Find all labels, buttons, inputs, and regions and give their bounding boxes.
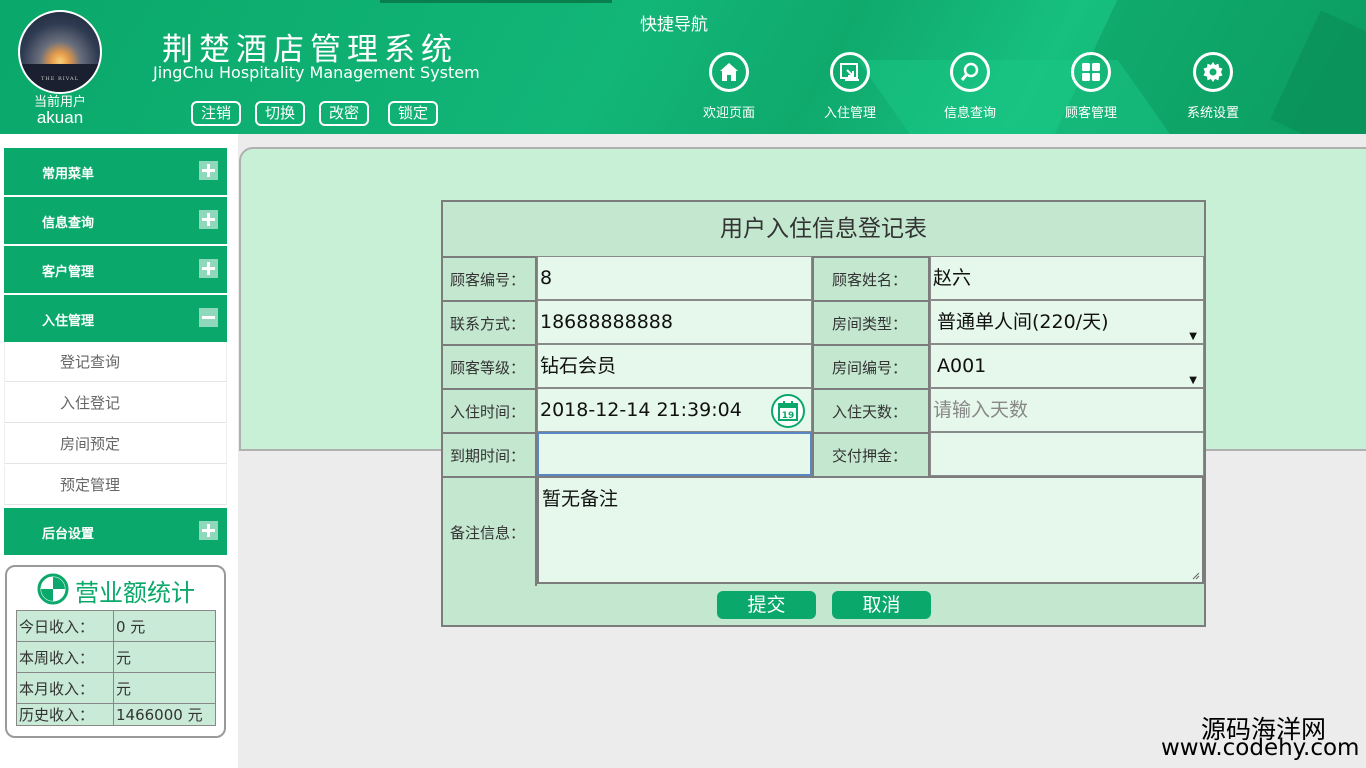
system-subtitle: JingChu Hospitality Management System — [153, 63, 480, 82]
minus-icon[interactable] — [199, 308, 218, 327]
menu-backend-settings[interactable]: 后台设置 — [4, 508, 227, 555]
room-no-select[interactable]: A001 ▼ — [930, 344, 1204, 388]
table-row: 今日收入： 0 元 — [16, 610, 216, 642]
expire-label: 到期时间： — [443, 432, 537, 476]
room-type-value: 普通单人间(220/天) — [937, 311, 1109, 333]
room-type-select[interactable]: 普通单人间(220/天) ▼ — [930, 300, 1204, 344]
level-field[interactable]: 钻石会员 — [537, 344, 812, 388]
watermark-url: www.codehy.com — [1161, 735, 1360, 761]
dropdown-arrow-icon: ▼ — [1189, 375, 1197, 386]
remark-label: 备注信息： — [443, 476, 537, 586]
deposit-field[interactable] — [930, 432, 1204, 476]
stats-value: 0 元 — [113, 610, 216, 642]
sidebar-item-room-reserve[interactable]: 房间预定 — [4, 424, 227, 464]
checkin-time-label: 入住时间： — [443, 388, 537, 432]
plus-icon[interactable] — [199, 161, 218, 180]
quick-nav-title: 快捷导航 — [640, 15, 708, 35]
pie-chart-icon — [37, 573, 69, 605]
stats-value: 元 — [113, 672, 216, 704]
level-label: 顾客等级： — [443, 344, 537, 388]
days-input[interactable]: 请输入天数 — [930, 388, 1204, 432]
table-row: 本月收入： 元 — [16, 672, 216, 704]
plus-icon[interactable] — [199, 210, 218, 229]
stats-label: 今日收入： — [16, 610, 114, 642]
logout-button[interactable]: 注销 — [191, 101, 241, 126]
menu-label: 信息查询 — [42, 216, 95, 231]
customer-name-field[interactable]: 赵六 — [930, 256, 1204, 300]
plus-icon[interactable] — [199, 521, 218, 540]
switch-user-button[interactable]: 切换 — [255, 101, 305, 126]
days-label: 入住天数： — [812, 388, 930, 432]
checkin-time-value: 2018-12-14 21:39:04 — [540, 399, 742, 421]
menu-info-query[interactable]: 信息查询 — [4, 197, 227, 244]
avatar[interactable]: THE RIVAL — [18, 10, 102, 94]
change-password-button[interactable]: 改密 — [319, 101, 369, 126]
table-row: 本周收入： 元 — [16, 641, 216, 673]
stats-label: 本月收入： — [16, 672, 114, 704]
customer-id-label: 顾客编号： — [443, 256, 537, 300]
stats-value: 元 — [113, 641, 216, 673]
nav-label: 欢迎页面 — [702, 106, 755, 121]
calendar-icon[interactable]: 19 — [771, 394, 805, 428]
nav-customer-manage[interactable]: 顾客管理 — [1046, 52, 1136, 121]
resize-handle-icon[interactable] — [1192, 572, 1200, 580]
phone-label: 联系方式： — [443, 300, 537, 344]
checkin-time-field[interactable]: 2018-12-14 21:39:04 19 — [537, 388, 812, 432]
lock-button[interactable]: 锁定 — [388, 101, 438, 126]
cancel-button[interactable]: 取消 — [832, 591, 931, 619]
nav-info-query[interactable]: 信息查询 — [925, 52, 1015, 121]
form-title: 用户入住信息登记表 — [720, 216, 927, 242]
nav-welcome[interactable]: 欢迎页面 — [684, 52, 774, 121]
home-icon — [709, 52, 749, 92]
menu-label: 常用菜单 — [42, 167, 95, 182]
avatar-caption: THE RIVAL — [41, 76, 79, 82]
room-type-label: 房间类型： — [812, 300, 930, 344]
plus-icon[interactable] — [199, 259, 218, 278]
table-row: 历史收入： 1466000 元 — [16, 703, 216, 726]
sidebar-item-reserve-manage[interactable]: 预定管理 — [4, 465, 227, 505]
menu-customer-manage[interactable]: 客户管理 — [4, 246, 227, 293]
phone-field[interactable]: 18688888888 — [537, 300, 812, 344]
revenue-stats-panel: 营业额统计 今日收入： 0 元 本周收入： 元 本月收入： 元 历史收入： 14… — [5, 565, 226, 738]
stats-value: 1466000 元 — [113, 703, 216, 726]
nav-checkin[interactable]: 入住管理 — [805, 52, 895, 121]
gear-icon — [1193, 52, 1233, 92]
stats-label: 本周收入： — [16, 641, 114, 673]
stats-title: 营业额统计 — [75, 579, 195, 607]
menu-label: 后台设置 — [42, 527, 95, 542]
sidebar-item-checkin-register[interactable]: 入住登记 — [4, 383, 227, 423]
nav-label: 系统设置 — [1186, 106, 1239, 121]
stats-table: 今日收入： 0 元 本周收入： 元 本月收入： 元 历史收入： 1466000 … — [16, 610, 216, 726]
submit-button[interactable]: 提交 — [717, 591, 816, 619]
sidebar-item-checkin-query[interactable]: 登记查询 — [4, 342, 227, 382]
expire-field[interactable] — [537, 432, 812, 476]
remark-value: 暂无备注 — [542, 488, 619, 510]
deposit-label: 交付押金： — [812, 432, 930, 476]
customer-name-label: 顾客姓名： — [812, 256, 930, 300]
search-icon — [950, 52, 990, 92]
room-no-value: A001 — [937, 355, 987, 377]
menu-label: 客户管理 — [42, 265, 95, 280]
nav-label: 入住管理 — [823, 106, 876, 121]
nav-label: 信息查询 — [943, 106, 996, 121]
menu-label: 入住管理 — [42, 314, 95, 329]
checkin-icon — [830, 52, 870, 92]
remark-textarea[interactable]: 暂无备注 — [537, 476, 1204, 584]
grid-icon — [1071, 52, 1111, 92]
stats-label: 历史收入： — [16, 703, 114, 726]
customer-id-field[interactable]: 8 — [537, 256, 812, 300]
checkin-form: 用户入住信息登记表 顾客编号： 8 顾客姓名： 赵六 联系方式： 1868888… — [441, 200, 1206, 627]
dropdown-arrow-icon: ▼ — [1189, 331, 1197, 342]
current-username: akuan — [36, 108, 84, 127]
calendar-day: 19 — [782, 411, 795, 421]
app-header: THE RIVAL 当前用户 akuan 荆楚酒店管理系统 JingChu Ho… — [0, 0, 1366, 134]
nav-label: 顾客管理 — [1064, 106, 1117, 121]
current-user-label: 当前用户 — [33, 94, 86, 109]
menu-common[interactable]: 常用菜单 — [4, 148, 227, 195]
menu-checkin-manage[interactable]: 入住管理 — [4, 295, 227, 342]
room-no-label: 房间编号： — [812, 344, 930, 388]
nav-system-settings[interactable]: 系统设置 — [1168, 52, 1258, 121]
header-accent-bar — [380, 0, 612, 3]
